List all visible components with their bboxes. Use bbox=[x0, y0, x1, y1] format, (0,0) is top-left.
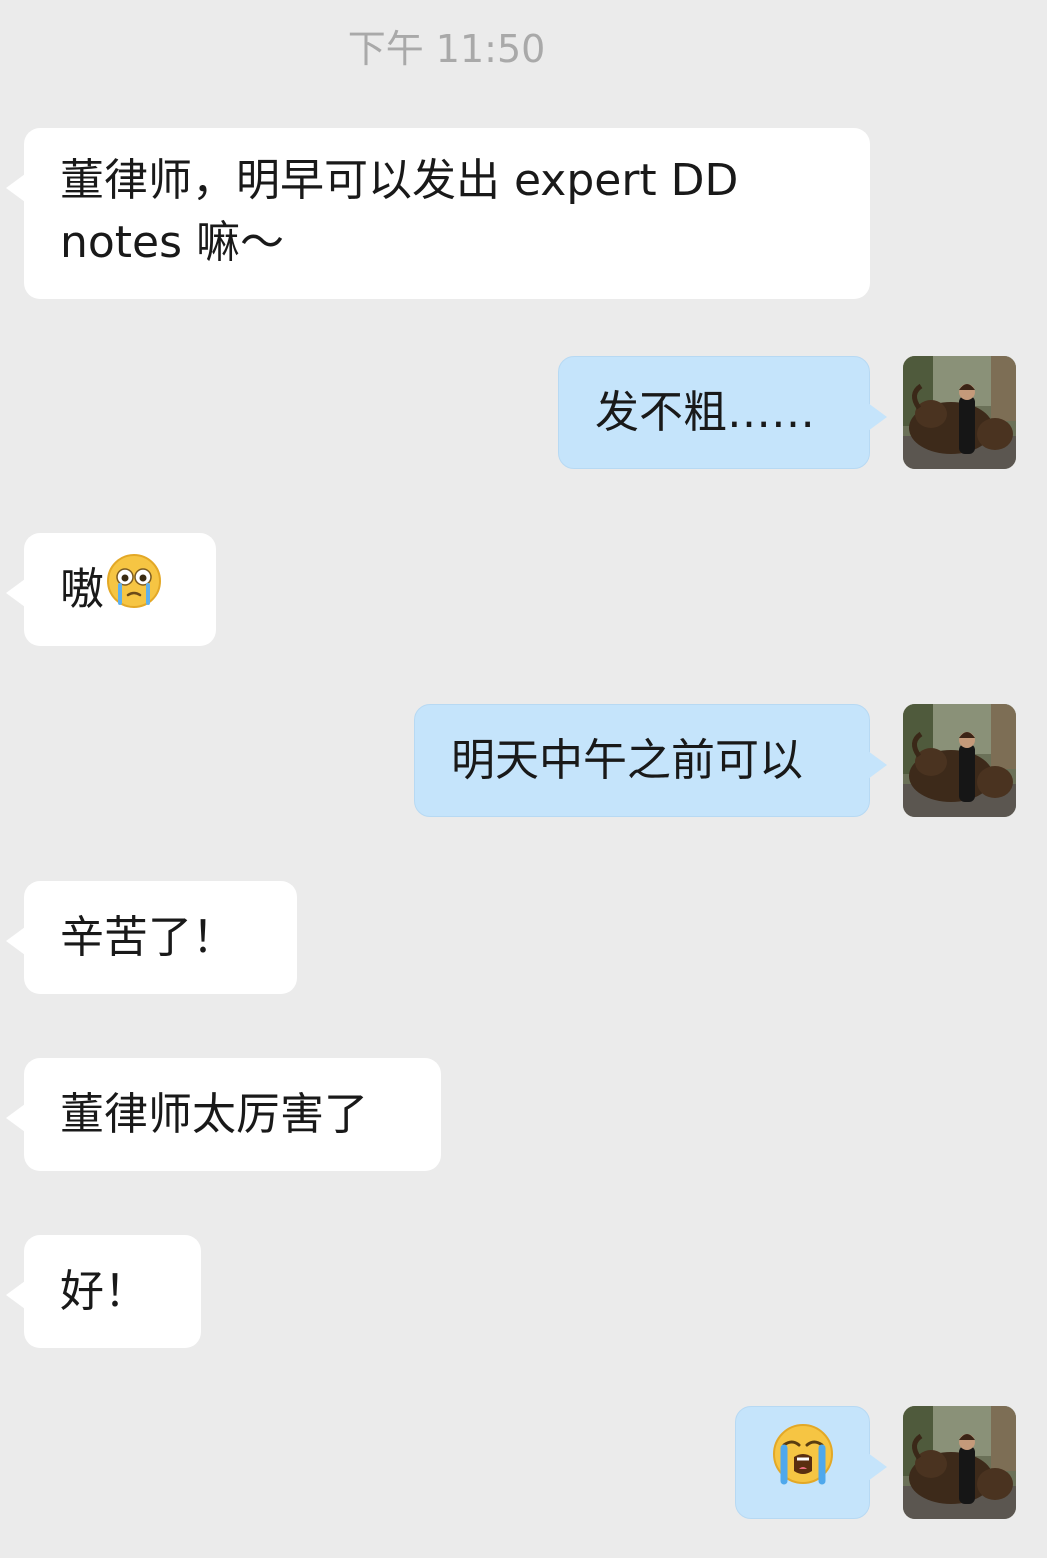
message-bubble-received[interactable]: 嗷 bbox=[6, 533, 216, 646]
message-text: 董律师太厉害了 bbox=[60, 1088, 368, 1140]
message-text: 发不粗…… bbox=[595, 386, 815, 438]
message-bubble-received[interactable]: 辛苦了！ bbox=[6, 881, 297, 994]
message-bubble-received[interactable]: 董律师太厉害了 bbox=[6, 1058, 441, 1171]
message-text: 好！ bbox=[60, 1265, 148, 1317]
user-avatar-photo-icon bbox=[903, 704, 1016, 817]
avatar[interactable] bbox=[903, 356, 1016, 469]
message-text: 嗷 bbox=[60, 563, 104, 615]
message-text: 明天中午之前可以 bbox=[451, 734, 803, 786]
message-bubble-sent[interactable]: 发不粗…… bbox=[558, 356, 887, 469]
user-avatar-photo-icon bbox=[903, 1406, 1016, 1519]
message-text: 辛苦了！ bbox=[60, 911, 236, 963]
message-text: notes 嘛～ bbox=[60, 217, 285, 268]
user-avatar-photo-icon bbox=[903, 356, 1016, 469]
crying-face-emoji-icon bbox=[106, 553, 162, 626]
message-text: 董律师，明早可以发出 expert DD bbox=[60, 155, 739, 206]
avatar[interactable] bbox=[903, 1406, 1016, 1519]
timestamp: 下午 11:50 bbox=[347, 27, 546, 71]
message-bubble-received[interactable]: 好！ bbox=[6, 1235, 201, 1348]
message-bubble-sent[interactable] bbox=[735, 1406, 887, 1519]
avatar[interactable] bbox=[903, 704, 1016, 817]
message-bubble-sent[interactable]: 明天中午之前可以 bbox=[414, 704, 887, 817]
message-bubble-received[interactable]: 董律师，明早可以发出 expert DD notes 嘛～ bbox=[6, 128, 870, 299]
loudly-crying-emoji-icon bbox=[772, 1423, 834, 1502]
